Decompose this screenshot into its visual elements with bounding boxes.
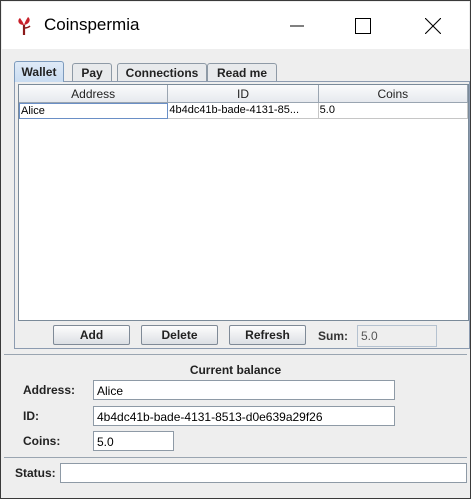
- title-bar[interactable]: Coinspermia: [2, 2, 469, 49]
- id-field[interactable]: 4b4dc41b-bade-4131-8513-d0e639a29f26: [93, 406, 395, 426]
- refresh-button[interactable]: Refresh: [229, 325, 306, 345]
- status-label: Status:: [15, 466, 56, 480]
- window-title: Coinspermia: [44, 15, 140, 34]
- app-window: Coinspermia Wallet Pay Connections Read …: [0, 0, 471, 499]
- cell-id[interactable]: 4b4dc41b-bade-4131-85...: [168, 103, 319, 119]
- tab-pay[interactable]: Pay: [72, 63, 112, 81]
- delete-button[interactable]: Delete: [141, 325, 218, 345]
- close-button[interactable]: [410, 2, 456, 49]
- wallet-actions: Add Delete Refresh Sum: 5.0: [15, 325, 469, 347]
- coins-label: Coins:: [23, 434, 61, 448]
- column-header-coins[interactable]: Coins: [318, 85, 468, 103]
- app-icon: [16, 16, 32, 36]
- maximize-button[interactable]: [340, 2, 386, 49]
- add-button[interactable]: Add: [53, 325, 130, 345]
- address-field[interactable]: Alice: [93, 380, 395, 400]
- column-header-id[interactable]: ID: [168, 85, 319, 103]
- content-pane: Wallet Pay Connections Read me Address I…: [2, 49, 470, 497]
- sum-label: Sum:: [318, 329, 348, 343]
- table-header: Address ID Coins: [19, 85, 468, 103]
- divider: [4, 457, 467, 458]
- status-field[interactable]: [60, 463, 467, 483]
- coins-field[interactable]: 5.0: [93, 431, 174, 451]
- minimize-icon: [290, 25, 304, 26]
- tab-connections[interactable]: Connections: [117, 63, 207, 81]
- tab-wallet[interactable]: Wallet: [14, 61, 64, 82]
- current-balance-title: Current balance: [189, 363, 282, 377]
- cell-coins[interactable]: 5.0: [318, 103, 468, 119]
- wallet-panel: Address ID Coins Alice 4b4dc41b-bade-413…: [14, 81, 470, 349]
- wallet-table[interactable]: Address ID Coins Alice 4b4dc41b-bade-413…: [18, 84, 469, 321]
- address-label: Address:: [23, 383, 76, 397]
- divider: [4, 354, 467, 355]
- cell-address[interactable]: Alice: [19, 103, 169, 119]
- column-header-address[interactable]: Address: [19, 85, 169, 103]
- tab-read-me[interactable]: Read me: [207, 63, 277, 81]
- sum-field: 5.0: [357, 325, 437, 347]
- close-icon: [425, 17, 441, 34]
- minimize-button[interactable]: [274, 2, 320, 49]
- table-row[interactable]: Alice 4b4dc41b-bade-4131-85... 5.0: [19, 103, 468, 119]
- id-label: ID:: [23, 409, 39, 423]
- maximize-icon: [355, 17, 371, 34]
